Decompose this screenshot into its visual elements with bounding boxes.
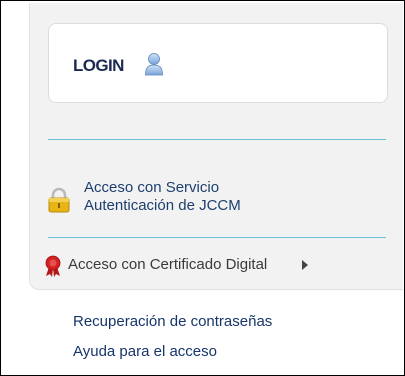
ribbon-icon — [45, 255, 61, 277]
separator — [48, 237, 386, 238]
jccm-access-line-2: Autenticación de JCCM — [84, 197, 241, 214]
login-label: LOGIN — [73, 56, 124, 75]
caret-right-icon — [302, 260, 308, 270]
access-help-link[interactable]: Ayuda para el acceso — [73, 343, 217, 360]
certificate-access-label: Acceso con Certificado Digital — [68, 256, 268, 273]
lock-icon — [48, 187, 70, 213]
password-recovery-link[interactable]: Recuperación de contraseñas — [73, 313, 272, 330]
certificate-access-link[interactable]: Acceso con Certificado Digital — [44, 253, 384, 277]
jccm-access-line-1: Acceso con Servicio — [84, 179, 220, 196]
jccm-access-link[interactable]: Acceso con Servicio Autenticación de JCC… — [48, 177, 388, 223]
separator — [48, 139, 386, 140]
jccm-access-label: Acceso con Servicio Autenticación de JCC… — [84, 179, 241, 215]
login-widget: LOGIN Acceso con Servicio Autenticación … — [0, 0, 405, 376]
access-panel: LOGIN Acceso con Servicio Autenticación … — [29, 3, 403, 290]
user-icon — [145, 53, 163, 76]
login-button[interactable]: LOGIN — [48, 23, 388, 103]
